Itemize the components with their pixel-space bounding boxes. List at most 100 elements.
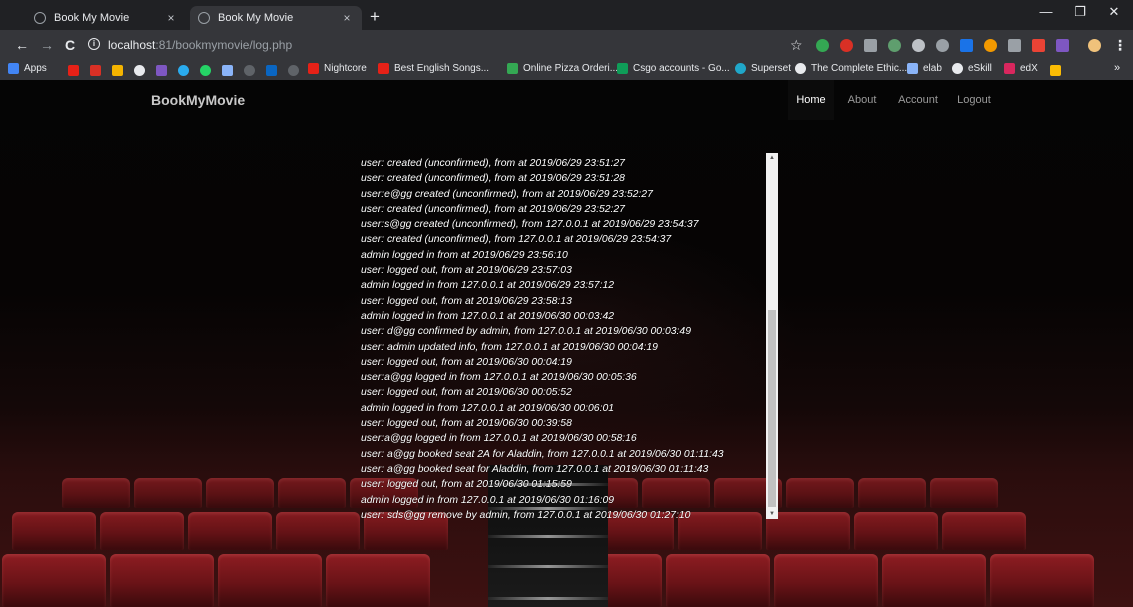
seat — [206, 478, 274, 508]
log-entry: admin logged in from 127.0.0.1 at 2019/0… — [361, 310, 615, 322]
edx-icon — [1004, 63, 1015, 74]
bookmark-edx[interactable]: edX — [1004, 63, 1038, 74]
seat — [774, 554, 878, 607]
stair-step — [488, 597, 608, 600]
log-entry: user: admin updated info, from 127.0.0.1… — [361, 341, 658, 353]
site-brand[interactable]: BookMyMovie — [151, 92, 245, 108]
bookmark-online-pizza[interactable]: Online Pizza Orderi... — [507, 63, 618, 74]
close-window-icon[interactable]: ✕ — [1102, 4, 1126, 20]
log-entry: user: created (unconfirmed), from at 201… — [361, 158, 625, 169]
extension-icon[interactable] — [960, 39, 973, 52]
address-bar[interactable]: i localhost:81/bookmymovie/log.php — [88, 34, 808, 56]
bookmark-elab[interactable]: elab — [907, 63, 942, 74]
tab-title: Book My Movie — [54, 12, 130, 24]
log-entry: user:a@gg logged in from 127.0.0.1 at 20… — [361, 372, 637, 384]
log-entry: admin logged in from 127.0.0.1 at 2019/0… — [361, 402, 615, 414]
url-text[interactable]: localhost:81/bookmymovie/log.php — [108, 38, 292, 52]
google-drive-icon[interactable] — [1050, 65, 1061, 76]
bookmark-csgo-accounts[interactable]: Csgo accounts - Go... — [617, 63, 730, 74]
extension-icon[interactable] — [984, 39, 997, 52]
maximize-icon[interactable]: ❐ — [1068, 4, 1092, 20]
seat — [12, 512, 96, 550]
extension-icon[interactable] — [1032, 39, 1045, 52]
scrollbar-thumb[interactable] — [768, 310, 776, 507]
bookmark-label: The Complete Ethic... — [811, 63, 908, 74]
github-icon[interactable] — [244, 65, 255, 76]
log-entry: user: sds@gg remove by admin, from 127.0… — [361, 509, 691, 521]
log-entry: user: logged out, from at 2019/06/29 23:… — [361, 265, 572, 277]
tab-title: Book My Movie — [218, 12, 294, 24]
browser-tab-2[interactable]: Book My Movie × — [190, 6, 362, 30]
bookmark-star-icon[interactable]: ☆ — [790, 37, 803, 54]
log-entry: user: logged out, from at 2019/06/30 00:… — [361, 418, 572, 430]
bookmark-best-english-songs[interactable]: Best English Songs... — [378, 63, 489, 74]
bookmark-icon[interactable] — [134, 65, 145, 76]
bookmark-label: Online Pizza Orderi... — [523, 63, 619, 74]
reload-icon[interactable]: C — [62, 36, 78, 54]
seat — [134, 478, 202, 508]
bookmark-complete-ethic[interactable]: The Complete Ethic... — [795, 63, 907, 74]
nav-account[interactable]: Account — [892, 80, 944, 120]
tab-close-icon[interactable]: × — [340, 11, 354, 25]
bookmark-label: Nightcore — [324, 63, 367, 74]
activity-log-list: user: created (unconfirmed), from at 201… — [361, 156, 765, 523]
stair-step — [488, 565, 608, 568]
seat — [930, 478, 998, 508]
globe-icon — [952, 63, 963, 74]
seat — [276, 512, 360, 550]
log-scrollbar[interactable]: ▲ ▼ — [766, 153, 778, 519]
browser-menu-icon[interactable]: ⋮ — [1112, 36, 1128, 54]
profile-avatar-icon[interactable] — [1088, 39, 1101, 52]
bookmark-icon[interactable] — [222, 65, 233, 76]
telegram-icon[interactable] — [178, 65, 189, 76]
tab-close-icon[interactable]: × — [164, 11, 178, 25]
bookmarks-overflow-icon[interactable]: » — [1114, 62, 1120, 74]
bookmark-label: Csgo accounts - Go... — [633, 63, 730, 74]
scroll-up-icon[interactable]: ▲ — [766, 153, 778, 163]
nav-logout[interactable]: Logout — [952, 80, 996, 120]
linkedin-icon[interactable] — [266, 65, 277, 76]
extension-icon[interactable] — [888, 39, 901, 52]
log-entry: user: created (unconfirmed), from at 201… — [361, 203, 625, 215]
youtube-icon — [378, 63, 389, 74]
youtube-icon[interactable] — [68, 65, 79, 76]
bookmark-superset[interactable]: Superset — [735, 63, 791, 74]
new-tab-button[interactable]: + — [370, 7, 380, 27]
scroll-down-icon[interactable]: ▼ — [766, 509, 778, 519]
log-entry: admin logged in from at 2019/06/29 23:56… — [361, 249, 568, 261]
extension-icon[interactable] — [1008, 39, 1021, 52]
bookmark-label: elab — [923, 63, 942, 74]
activity-log-panel[interactable]: user: created (unconfirmed), from at 201… — [352, 153, 778, 521]
whatsapp-icon[interactable] — [200, 65, 211, 76]
bookmark-icon[interactable] — [288, 65, 299, 76]
stair-step — [488, 535, 608, 538]
seat — [942, 512, 1026, 550]
browser-toolbar: ← → C i localhost:81/bookmymovie/log.php… — [0, 30, 1133, 60]
ublock-extension-icon[interactable] — [840, 39, 853, 52]
info-icon[interactable]: i — [88, 38, 100, 50]
log-entry: user: d@gg confirmed by admin, from 127.… — [361, 326, 691, 338]
bookmark-apps[interactable]: Apps — [8, 63, 47, 74]
log-entry: user: logged out, from at 2019/06/29 23:… — [361, 295, 572, 307]
bookmark-nightcore[interactable]: Nightcore — [308, 63, 367, 74]
minimize-icon[interactable]: — — [1034, 4, 1058, 19]
forward-icon[interactable]: → — [39, 36, 55, 54]
browser-tab-1[interactable]: Book My Movie × — [26, 6, 186, 30]
extension-icon[interactable] — [1056, 39, 1069, 52]
extension-icon[interactable] — [936, 39, 949, 52]
nav-about[interactable]: About — [842, 80, 882, 120]
bookmark-eskill[interactable]: eSkill — [952, 63, 992, 74]
nav-home[interactable]: Home — [788, 80, 834, 120]
back-icon[interactable]: ← — [14, 36, 30, 54]
log-entry: user: logged out, from at 2019/06/30 00:… — [361, 356, 572, 368]
seat — [990, 554, 1094, 607]
extension-icon[interactable] — [912, 39, 925, 52]
extension-icon[interactable] — [816, 39, 829, 52]
extension-icon[interactable] — [864, 39, 877, 52]
seat — [854, 512, 938, 550]
url-path: :81/bookmymovie/log.php — [155, 38, 293, 52]
gmail-icon[interactable] — [90, 65, 101, 76]
seat — [100, 512, 184, 550]
bookmark-icon[interactable] — [156, 65, 167, 76]
bookmark-icon[interactable] — [112, 65, 123, 76]
